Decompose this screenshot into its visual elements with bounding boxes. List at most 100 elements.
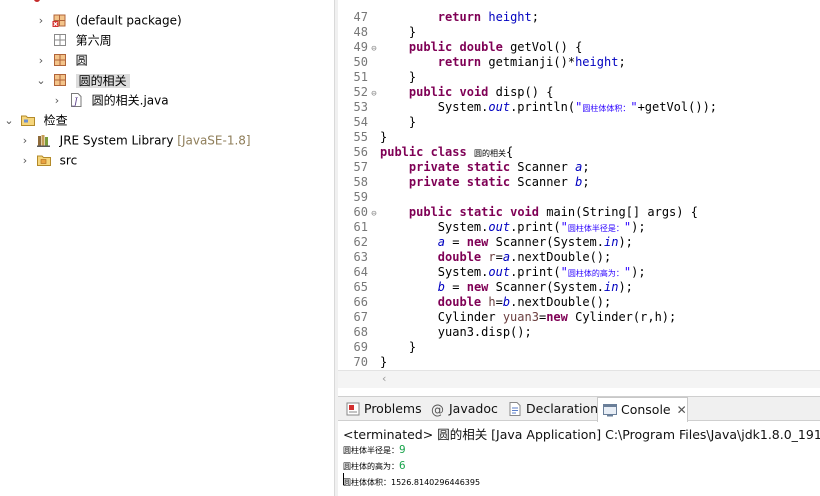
console-line: 圆柱体半径是：9 [343, 442, 406, 456]
code-line[interactable]: 57 private static Scanner a; [338, 160, 590, 175]
code-token: } [380, 340, 417, 354]
code-line[interactable]: 51 } [338, 70, 417, 85]
console-icon [602, 402, 618, 418]
javadoc-icon: @ [430, 401, 446, 418]
tree-item-java-file[interactable]: › J 圆的相关.java [50, 90, 169, 110]
line-number: 58 [353, 175, 368, 189]
line-number: 63 [353, 250, 368, 264]
code-token: private [408, 160, 460, 174]
collapse-arrow-icon[interactable]: ⌄ [2, 111, 16, 131]
console-prompt: 圆柱体半径是： [343, 446, 399, 455]
tree-item-src[interactable]: › src [18, 150, 77, 170]
expand-arrow-icon[interactable]: › [50, 91, 64, 111]
code-token: Scanner [510, 160, 576, 174]
collapse-arrow-icon[interactable]: ⌄ [34, 71, 48, 91]
tree-item-circle[interactable]: › 圆 [34, 50, 88, 70]
tab-declaration[interactable]: Declaration [503, 397, 598, 421]
code-token: static [459, 205, 503, 219]
code-line[interactable]: 49 ⊖ public double getVol() { [338, 40, 583, 55]
code-line[interactable]: 56 public class 圆的相关{ [338, 145, 514, 160]
code-line[interactable]: 66 double h=b.nextDouble(); [338, 295, 612, 310]
expand-arrow-icon[interactable]: › [18, 131, 32, 151]
line-number: 70 [353, 355, 368, 369]
console-prompt: 圆柱体的高为： [343, 462, 399, 471]
code-token: double [437, 295, 482, 309]
tree-item-label: 第六周 [75, 33, 112, 48]
tree-item-jre-library[interactable]: › JRE System Library [JavaSE-1.8] [18, 130, 251, 150]
line-number: 65 [353, 280, 368, 294]
code-token: 圆柱体的高为： [567, 269, 624, 278]
code-line[interactable]: 55} [338, 130, 388, 145]
code-token: static [466, 160, 511, 174]
code-line[interactable]: 58 private static Scanner b; [338, 175, 590, 190]
code-line[interactable]: 67 Cylinder yuan3=new Cylinder(r,h); [338, 310, 677, 325]
close-icon[interactable]: ✕ [677, 403, 687, 417]
scroll-left-icon[interactable]: ‹ [382, 372, 386, 385]
code-token: height [488, 10, 532, 24]
tab-console[interactable]: Console ✕ [597, 397, 688, 422]
tree-item-default-package[interactable]: › (default package) [34, 10, 182, 30]
tree-item-label: 检查 [43, 113, 68, 128]
line-number: 68 [353, 325, 368, 339]
expand-arrow-icon[interactable]: › [18, 151, 32, 171]
code-token: class [430, 145, 467, 159]
code-token: ); [631, 265, 646, 279]
code-token: yuan3.disp(); [380, 325, 532, 339]
tab-problems[interactable]: Problems [341, 397, 422, 421]
view-tab-bar: Problems @ Javadoc Declaration Console ✕ [338, 397, 820, 422]
code-line[interactable]: 65 b = new Scanner(System.in); [338, 280, 633, 295]
code-token: double [459, 40, 503, 54]
expand-arrow-icon[interactable]: › [34, 51, 48, 71]
tab-label: Javadoc [449, 401, 498, 416]
code-line[interactable]: 48 } [338, 25, 417, 40]
code-line[interactable]: 69 } [338, 340, 417, 355]
line-number: 61 [353, 220, 368, 234]
code-line[interactable]: 64 System.out.print("圆柱体的高为："); [338, 265, 646, 280]
code-line[interactable]: 68 yuan3.disp(); [338, 325, 532, 340]
code-line[interactable]: 70} [338, 355, 388, 370]
text-caret [343, 473, 344, 485]
code-line[interactable]: 63 double r=a.nextDouble(); [338, 250, 612, 265]
horizontal-scrollbar[interactable]: ‹ [338, 370, 820, 388]
code-line[interactable]: 53 System.out.println("圆柱体体积："+getVol())… [338, 100, 718, 115]
code-token: .print( [510, 265, 561, 279]
code-line[interactable]: 54 } [338, 115, 417, 130]
line-number: 54 [353, 115, 368, 129]
line-number: 51 [353, 70, 368, 84]
error-marker-icon [34, 0, 40, 2]
package-icon [52, 72, 68, 88]
code-line[interactable]: 59 [338, 190, 380, 205]
package-explorer: › (default package) 第六周 › 圆 ⌄ 圆的相关 › J 圆… [0, 0, 334, 496]
tab-javadoc[interactable]: @ Javadoc [426, 397, 498, 421]
code-line[interactable]: 61 System.out.print("圆柱体半径是："); [338, 220, 646, 235]
code-line[interactable]: 60 ⊖ public static void main(String[] arg… [338, 205, 698, 220]
code-line[interactable]: 47 return height; [338, 10, 539, 25]
code-line[interactable]: 50 return getmianji()*height; [338, 55, 626, 70]
code-token: out [488, 265, 511, 279]
expand-arrow-icon[interactable]: › [34, 11, 48, 31]
code-token: new [466, 235, 489, 249]
library-icon [36, 132, 52, 148]
tree-item-circle-related[interactable]: ⌄ 圆的相关 [34, 70, 130, 90]
tree-item-week-six[interactable]: 第六周 [34, 30, 112, 50]
code-token: public [380, 145, 424, 159]
tree-item-project[interactable]: ⌄ 检查 [2, 110, 68, 131]
code-editor[interactable]: 47 return height; 48 } 49 ⊖ public double g… [338, 0, 820, 388]
package-error-icon [52, 12, 68, 28]
code-line[interactable]: 52 ⊖ public void disp() { [338, 85, 554, 100]
svg-text:@: @ [431, 403, 444, 417]
declaration-icon [507, 401, 523, 417]
line-number: 56 [353, 145, 368, 159]
code-token: " [630, 100, 638, 114]
code-token: +getVol()); [637, 100, 718, 114]
code-line[interactable]: 62 a = new Scanner(System.in); [338, 235, 633, 250]
line-number: 66 [353, 295, 368, 309]
code-token: static [466, 175, 511, 189]
